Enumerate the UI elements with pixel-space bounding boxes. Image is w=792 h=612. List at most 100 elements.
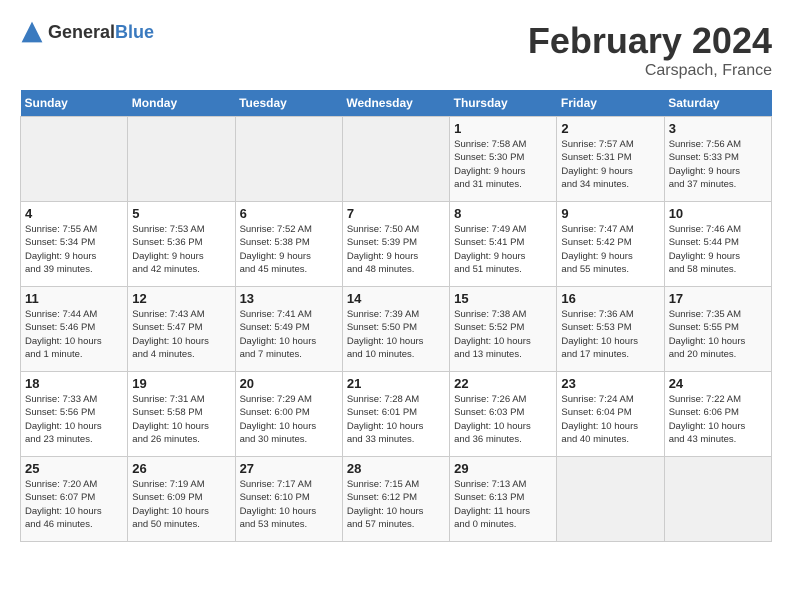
day-number: 14 — [347, 291, 445, 306]
day-info: Sunrise: 7:57 AM Sunset: 5:31 PM Dayligh… — [561, 138, 659, 191]
day-info: Sunrise: 7:47 AM Sunset: 5:42 PM Dayligh… — [561, 223, 659, 276]
calendar-cell — [664, 457, 771, 542]
day-info: Sunrise: 7:24 AM Sunset: 6:04 PM Dayligh… — [561, 393, 659, 446]
day-info: Sunrise: 7:39 AM Sunset: 5:50 PM Dayligh… — [347, 308, 445, 361]
day-info: Sunrise: 7:28 AM Sunset: 6:01 PM Dayligh… — [347, 393, 445, 446]
day-info: Sunrise: 7:50 AM Sunset: 5:39 PM Dayligh… — [347, 223, 445, 276]
calendar-cell: 22 Sunrise: 7:26 AM Sunset: 6:03 PM Dayli… — [450, 372, 557, 457]
day-info: Sunrise: 7:43 AM Sunset: 5:47 PM Dayligh… — [132, 308, 230, 361]
day-number: 11 — [25, 291, 123, 306]
day-number: 19 — [132, 376, 230, 391]
day-number: 6 — [240, 206, 338, 221]
week-row-1: 1 Sunrise: 7:58 AM Sunset: 5:30 PM Daylig… — [21, 117, 772, 202]
calendar-cell: 28 Sunrise: 7:15 AM Sunset: 6:12 PM Dayli… — [342, 457, 449, 542]
calendar-cell: 10 Sunrise: 7:46 AM Sunset: 5:44 PM Dayli… — [664, 202, 771, 287]
calendar-cell: 7 Sunrise: 7:50 AM Sunset: 5:39 PM Daylig… — [342, 202, 449, 287]
day-info: Sunrise: 7:46 AM Sunset: 5:44 PM Dayligh… — [669, 223, 767, 276]
calendar-cell: 3 Sunrise: 7:56 AM Sunset: 5:33 PM Daylig… — [664, 117, 771, 202]
day-number: 13 — [240, 291, 338, 306]
calendar-cell: 15Sunrise: 7:38 AM Sunset: 5:52 PM Dayli… — [450, 287, 557, 372]
calendar-cell — [342, 117, 449, 202]
calendar-cell: 18 Sunrise: 7:33 AM Sunset: 5:56 PM Dayli… — [21, 372, 128, 457]
day-number: 17 — [669, 291, 767, 306]
day-number: 27 — [240, 461, 338, 476]
header-tuesday: Tuesday — [235, 90, 342, 117]
day-info: Sunrise: 7:58 AM Sunset: 5:30 PM Dayligh… — [454, 138, 552, 191]
day-info: Sunrise: 7:22 AM Sunset: 6:06 PM Dayligh… — [669, 393, 767, 446]
day-number: 7 — [347, 206, 445, 221]
day-number: 1 — [454, 121, 552, 136]
day-info: Sunrise: 7:44 AM Sunset: 5:46 PM Dayligh… — [25, 308, 123, 361]
day-number: 10 — [669, 206, 767, 221]
header-sunday: Sunday — [21, 90, 128, 117]
day-number: 12 — [132, 291, 230, 306]
day-number: 4 — [25, 206, 123, 221]
calendar-cell: 19 Sunrise: 7:31 AM Sunset: 5:58 PM Dayli… — [128, 372, 235, 457]
day-info: Sunrise: 7:20 AM Sunset: 6:07 PM Dayligh… — [25, 478, 123, 531]
day-info: Sunrise: 7:17 AM Sunset: 6:10 PM Dayligh… — [240, 478, 338, 531]
day-number: 8 — [454, 206, 552, 221]
logo-general: General — [48, 22, 115, 42]
day-number: 22 — [454, 376, 552, 391]
header-row: SundayMondayTuesdayWednesdayThursdayFrid… — [21, 90, 772, 117]
day-number: 3 — [669, 121, 767, 136]
logo: GeneralBlue — [20, 20, 154, 44]
day-info: Sunrise: 7:35 AM Sunset: 5:55 PM Dayligh… — [669, 308, 767, 361]
calendar-cell: 23 Sunrise: 7:24 AM Sunset: 6:04 PM Dayli… — [557, 372, 664, 457]
header-saturday: Saturday — [664, 90, 771, 117]
calendar-cell: 16 Sunrise: 7:36 AM Sunset: 5:53 PM Dayli… — [557, 287, 664, 372]
day-info: Sunrise: 7:55 AM Sunset: 5:34 PM Dayligh… — [25, 223, 123, 276]
day-info: Sunrise: 7:33 AM Sunset: 5:56 PM Dayligh… — [25, 393, 123, 446]
calendar-cell: 21 Sunrise: 7:28 AM Sunset: 6:01 PM Dayli… — [342, 372, 449, 457]
calendar-cell: 1 Sunrise: 7:58 AM Sunset: 5:30 PM Daylig… — [450, 117, 557, 202]
day-number: 21 — [347, 376, 445, 391]
day-info: Sunrise: 7:26 AM Sunset: 6:03 PM Dayligh… — [454, 393, 552, 446]
calendar-cell: 26 Sunrise: 7:19 AM Sunset: 6:09 PM Dayli… — [128, 457, 235, 542]
location-title: Carspach, France — [528, 62, 772, 80]
day-number: 2 — [561, 121, 659, 136]
calendar-cell: 27 Sunrise: 7:17 AM Sunset: 6:10 PM Dayli… — [235, 457, 342, 542]
calendar-cell: 5Sunrise: 7:53 AM Sunset: 5:36 PM Daylig… — [128, 202, 235, 287]
page-header: GeneralBlue February 2024 Carspach, Fran… — [20, 20, 772, 80]
day-info: Sunrise: 7:15 AM Sunset: 6:12 PM Dayligh… — [347, 478, 445, 531]
calendar-cell: 20Sunrise: 7:29 AM Sunset: 6:00 PM Dayli… — [235, 372, 342, 457]
week-row-4: 18 Sunrise: 7:33 AM Sunset: 5:56 PM Dayli… — [21, 372, 772, 457]
day-info: Sunrise: 7:29 AM Sunset: 6:00 PM Dayligh… — [240, 393, 338, 446]
calendar-cell: 4 Sunrise: 7:55 AM Sunset: 5:34 PM Daylig… — [21, 202, 128, 287]
day-info: Sunrise: 7:41 AM Sunset: 5:49 PM Dayligh… — [240, 308, 338, 361]
week-row-5: 25 Sunrise: 7:20 AM Sunset: 6:07 PM Dayli… — [21, 457, 772, 542]
calendar-cell: 13 Sunrise: 7:41 AM Sunset: 5:49 PM Dayli… — [235, 287, 342, 372]
day-number: 15 — [454, 291, 552, 306]
day-info: Sunrise: 7:13 AM Sunset: 6:13 PM Dayligh… — [454, 478, 552, 531]
day-info: Sunrise: 7:19 AM Sunset: 6:09 PM Dayligh… — [132, 478, 230, 531]
day-number: 9 — [561, 206, 659, 221]
logo-blue: Blue — [115, 22, 154, 42]
day-info: Sunrise: 7:56 AM Sunset: 5:33 PM Dayligh… — [669, 138, 767, 191]
calendar-cell: 11 Sunrise: 7:44 AM Sunset: 5:46 PM Dayli… — [21, 287, 128, 372]
calendar-cell: 25 Sunrise: 7:20 AM Sunset: 6:07 PM Dayli… — [21, 457, 128, 542]
day-number: 23 — [561, 376, 659, 391]
day-number: 18 — [25, 376, 123, 391]
day-info: Sunrise: 7:31 AM Sunset: 5:58 PM Dayligh… — [132, 393, 230, 446]
calendar-cell: 8 Sunrise: 7:49 AM Sunset: 5:41 PM Daylig… — [450, 202, 557, 287]
calendar-cell: 12 Sunrise: 7:43 AM Sunset: 5:47 PM Dayli… — [128, 287, 235, 372]
calendar-cell: 14 Sunrise: 7:39 AM Sunset: 5:50 PM Dayli… — [342, 287, 449, 372]
week-row-2: 4 Sunrise: 7:55 AM Sunset: 5:34 PM Daylig… — [21, 202, 772, 287]
calendar-cell: 9 Sunrise: 7:47 AM Sunset: 5:42 PM Daylig… — [557, 202, 664, 287]
calendar-cell — [21, 117, 128, 202]
day-info: Sunrise: 7:49 AM Sunset: 5:41 PM Dayligh… — [454, 223, 552, 276]
day-number: 16 — [561, 291, 659, 306]
day-number: 25 — [25, 461, 123, 476]
month-title: February 2024 — [528, 20, 772, 62]
header-thursday: Thursday — [450, 90, 557, 117]
day-info: Sunrise: 7:52 AM Sunset: 5:38 PM Dayligh… — [240, 223, 338, 276]
calendar-cell: 29 Sunrise: 7:13 AM Sunset: 6:13 PM Dayli… — [450, 457, 557, 542]
logo-icon — [20, 20, 44, 44]
day-info: Sunrise: 7:36 AM Sunset: 5:53 PM Dayligh… — [561, 308, 659, 361]
day-number: 28 — [347, 461, 445, 476]
header-friday: Friday — [557, 90, 664, 117]
day-number: 29 — [454, 461, 552, 476]
day-number: 26 — [132, 461, 230, 476]
calendar-cell: 6 Sunrise: 7:52 AM Sunset: 5:38 PM Daylig… — [235, 202, 342, 287]
calendar-cell — [235, 117, 342, 202]
